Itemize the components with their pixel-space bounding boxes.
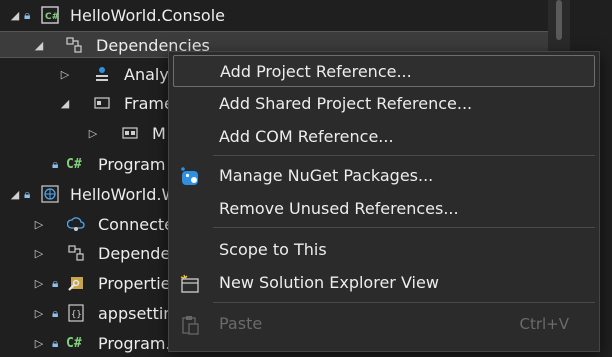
lock-icon: 🔒︎ — [24, 8, 31, 22]
tree-item-label: Analy — [124, 65, 169, 84]
menu-item-label: Remove Unused References... — [219, 199, 459, 218]
menu-item-new-solution-explorer-view[interactable]: New Solution Explorer View — [173, 267, 595, 299]
collapsed-caret-icon[interactable]: ▷ — [32, 211, 46, 238]
tree-item-label: Program — [98, 155, 166, 174]
collapsed-caret-icon[interactable]: ▷ — [32, 300, 46, 327]
shortcut-label: Ctrl+V — [519, 315, 569, 333]
menu-item-manage-nuget-packages[interactable]: Manage NuGet Packages... — [173, 160, 595, 192]
menu-item-label: Paste — [219, 314, 263, 333]
csharp-file-icon: C# — [66, 336, 82, 351]
json-file-icon: {} — [66, 303, 86, 323]
svg-text:C#: C# — [45, 12, 59, 22]
menu-item-add-shared-project-reference[interactable]: Add Shared Project Reference... — [173, 88, 595, 120]
new-explorer-view-icon — [179, 273, 201, 295]
csharp-project-icon: C# — [40, 5, 60, 25]
menu-item-label: Add Shared Project Reference... — [219, 94, 473, 113]
svg-text:{}: {} — [71, 310, 82, 320]
menu-separator — [213, 302, 595, 303]
expanded-caret-icon[interactable]: ◢ — [8, 2, 22, 29]
menu-item-label: Scope to This — [219, 240, 327, 259]
web-project-icon — [40, 184, 60, 204]
tree-item-label: HelloWorld.Console — [70, 6, 226, 25]
expanded-caret-icon[interactable]: ◢ — [8, 181, 22, 208]
collapsed-caret-icon[interactable]: ▷ — [58, 61, 72, 88]
tree-item-label: HelloWorld.W — [70, 185, 178, 204]
nuget-icon — [179, 166, 201, 188]
lock-icon: 🔒︎ — [24, 187, 31, 201]
menu-item-remove-unused-references[interactable]: Remove Unused References... — [173, 193, 595, 225]
tree-item-label: Propertie — [98, 274, 171, 293]
menu-separator — [213, 227, 595, 228]
menu-item-label: Add Project Reference... — [220, 62, 412, 81]
connected-services-icon — [66, 214, 86, 234]
analyzer-icon — [92, 64, 112, 84]
framework-icon — [92, 93, 112, 113]
tree-item-label: appsettin — [98, 304, 174, 323]
menu-item-paste[interactable]: Paste Ctrl+V — [173, 308, 595, 340]
framework-reference-icon — [120, 123, 140, 143]
tree-item-label: Depende — [98, 244, 171, 263]
expanded-caret-icon[interactable]: ◢ — [32, 32, 46, 59]
menu-separator — [213, 155, 595, 156]
collapsed-caret-icon[interactable]: ▷ — [86, 120, 100, 147]
menu-item-label: Manage NuGet Packages... — [219, 166, 434, 185]
menu-item-scope-to-this[interactable]: Scope to This — [173, 234, 595, 266]
lock-icon: 🔒︎ — [52, 157, 59, 171]
menu-item-add-project-reference[interactable]: Add Project Reference... — [173, 55, 595, 87]
menu-item-label: Add COM Reference... — [219, 127, 394, 146]
dependencies-icon — [66, 243, 86, 263]
tree-item-label: Frame — [124, 94, 174, 113]
expanded-caret-icon[interactable]: ◢ — [58, 90, 72, 117]
tree-item-label: Connecte — [98, 215, 174, 234]
properties-wrench-icon — [66, 273, 86, 293]
tree-item-label: M — [152, 124, 166, 143]
collapsed-caret-icon[interactable]: ▷ — [32, 330, 46, 357]
paste-icon — [179, 314, 201, 336]
csharp-file-icon: C# — [66, 157, 82, 172]
lock-icon: 🔒︎ — [52, 306, 59, 320]
collapsed-caret-icon[interactable]: ▷ — [32, 240, 46, 267]
collapsed-caret-icon[interactable]: ▷ — [32, 270, 46, 297]
lock-icon: 🔒︎ — [52, 336, 59, 350]
lock-icon: 🔒︎ — [52, 276, 59, 290]
menu-item-label: New Solution Explorer View — [219, 273, 439, 292]
dependencies-icon — [64, 35, 84, 55]
menu-item-add-com-reference[interactable]: Add COM Reference... — [173, 121, 595, 153]
tree-item-helloworld-console[interactable]: ◢ 🔒︎ C# HelloWorld.Console — [0, 2, 548, 29]
scrollbar-thumb[interactable] — [556, 0, 562, 40]
context-menu: Add Project Reference... Add Shared Proj… — [168, 51, 600, 352]
